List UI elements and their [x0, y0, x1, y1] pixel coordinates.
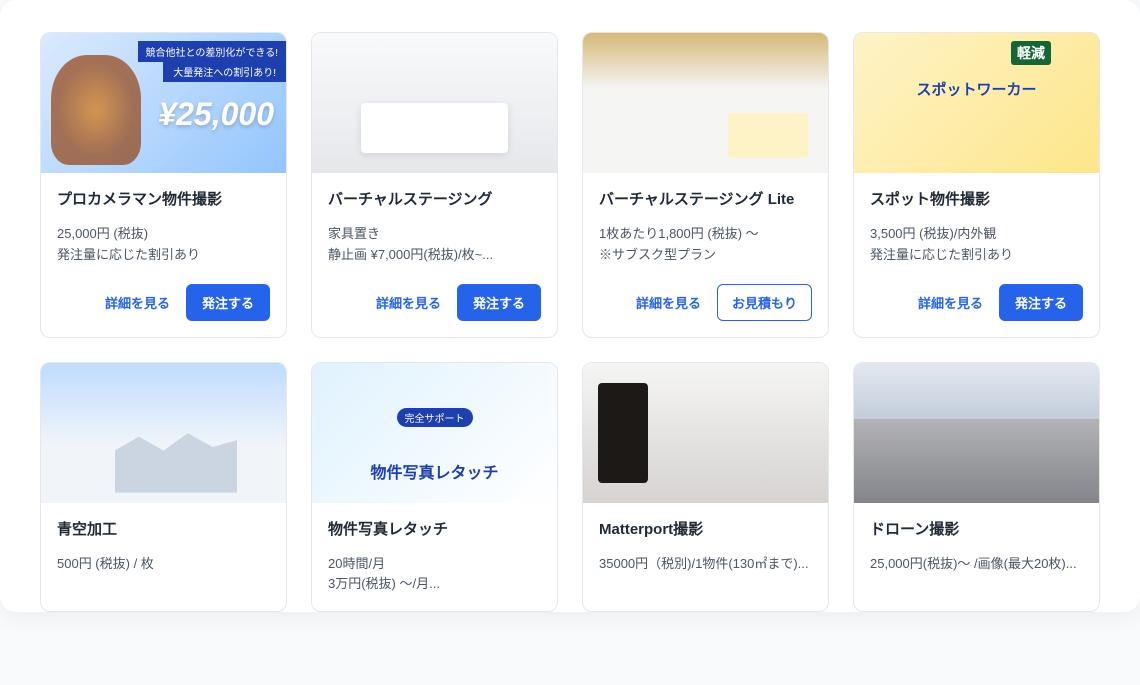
card-image: 軽減: [854, 33, 1099, 173]
desc-line: 家具置き: [328, 224, 541, 245]
service-card: 青空加工 500円 (税抜) / 枚: [40, 362, 287, 613]
card-body: プロカメラマン物件撮影 25,000円 (税抜) 発注量に応じた割引あり 詳細を…: [41, 173, 286, 337]
card-body: Matterport撮影 35000円（税別)/1物件(130㎡まで)...: [583, 503, 828, 612]
card-description: 500円 (税抜) / 枚: [57, 554, 270, 596]
order-button[interactable]: 発注する: [457, 284, 541, 321]
card-description: 家具置き 静止画 ¥7,000円(税抜)/枚~...: [328, 224, 541, 266]
card-title: バーチャルステージング: [328, 189, 541, 210]
card-title: 青空加工: [57, 519, 270, 540]
service-card: 競合他社との差別化ができる! 大量発注への割引あり! プロカメラマン物件撮影 2…: [40, 32, 287, 338]
card-title: プロカメラマン物件撮影: [57, 189, 270, 210]
desc-line: 3万円(税抜) ～/月...: [328, 574, 541, 595]
desc-line: 静止画 ¥7,000円(税抜)/枚~...: [328, 245, 541, 266]
card-title: スポット物件撮影: [870, 189, 1083, 210]
service-card: ドローン撮影 25,000円(税抜)〜 /画像(最大20枚)...: [853, 362, 1100, 613]
detail-button[interactable]: 詳細を見る: [912, 285, 989, 320]
card-description: 25,000円 (税抜) 発注量に応じた割引あり: [57, 224, 270, 266]
card-actions: 詳細を見る 発注する: [870, 284, 1083, 321]
service-card: 物件写真レタッチ 20時間/月 3万円(税抜) ～/月...: [311, 362, 558, 613]
card-body: ドローン撮影 25,000円(税抜)〜 /画像(最大20枚)...: [854, 503, 1099, 612]
service-cards-grid: 競合他社との差別化ができる! 大量発注への割引あり! プロカメラマン物件撮影 2…: [40, 32, 1100, 612]
order-button[interactable]: 発注する: [999, 284, 1083, 321]
detail-button[interactable]: 詳細を見る: [370, 285, 447, 320]
card-image: [41, 363, 286, 503]
promo-badge: 軽減: [1011, 41, 1051, 65]
service-card: バーチャルステージング 家具置き 静止画 ¥7,000円(税抜)/枚~... 詳…: [311, 32, 558, 338]
card-description: 25,000円(税抜)〜 /画像(最大20枚)...: [870, 554, 1083, 596]
card-body: スポット物件撮影 3,500円 (税抜)/内外観 発注量に応じた割引あり 詳細を…: [854, 173, 1099, 337]
card-title: 物件写真レタッチ: [328, 519, 541, 540]
desc-line: 3,500円 (税抜)/内外観: [870, 224, 1083, 245]
service-card: 軽減 スポット物件撮影 3,500円 (税抜)/内外観 発注量に応じた割引あり …: [853, 32, 1100, 338]
detail-button[interactable]: 詳細を見る: [630, 285, 707, 320]
card-description: 35000円（税別)/1物件(130㎡まで)...: [599, 554, 812, 596]
card-body: バーチャルステージング 家具置き 静止画 ¥7,000円(税抜)/枚~... 詳…: [312, 173, 557, 337]
card-actions: 詳細を見る お見積もり: [599, 284, 812, 321]
card-title: ドローン撮影: [870, 519, 1083, 540]
card-description: 3,500円 (税抜)/内外観 発注量に応じた割引あり: [870, 224, 1083, 266]
card-image: [583, 363, 828, 503]
desc-line: 発注量に応じた割引あり: [870, 245, 1083, 266]
detail-button[interactable]: 詳細を見る: [99, 285, 176, 320]
card-image: [312, 363, 557, 503]
card-body: 物件写真レタッチ 20時間/月 3万円(税抜) ～/月...: [312, 503, 557, 612]
card-actions: 詳細を見る 発注する: [57, 284, 270, 321]
promo-banner: 大量発注への割引あり!: [163, 61, 286, 82]
desc-line: ※サブスク型プラン: [599, 245, 812, 266]
service-card: Matterport撮影 35000円（税別)/1物件(130㎡まで)...: [582, 362, 829, 613]
desc-line: 25,000円(税抜)〜 /画像(最大20枚)...: [870, 554, 1083, 575]
card-description: 20時間/月 3万円(税抜) ～/月...: [328, 554, 541, 596]
card-image: [854, 363, 1099, 503]
desc-line: 25,000円 (税抜): [57, 224, 270, 245]
service-cards-container: 競合他社との差別化ができる! 大量発注への割引あり! プロカメラマン物件撮影 2…: [0, 0, 1140, 612]
card-image: [583, 33, 828, 173]
card-image: 競合他社との差別化ができる! 大量発注への割引あり!: [41, 33, 286, 173]
service-card: バーチャルステージング Lite 1枚あたり1,800円 (税抜) ～ ※サブス…: [582, 32, 829, 338]
desc-line: 20時間/月: [328, 554, 541, 575]
desc-line: 35000円（税別)/1物件(130㎡まで)...: [599, 554, 812, 575]
card-body: 青空加工 500円 (税抜) / 枚: [41, 503, 286, 612]
card-body: バーチャルステージング Lite 1枚あたり1,800円 (税抜) ～ ※サブス…: [583, 173, 828, 337]
desc-line: 発注量に応じた割引あり: [57, 245, 270, 266]
card-actions: 詳細を見る 発注する: [328, 284, 541, 321]
card-description: 1枚あたり1,800円 (税抜) ～ ※サブスク型プラン: [599, 224, 812, 266]
desc-line: 500円 (税抜) / 枚: [57, 554, 270, 575]
card-title: バーチャルステージング Lite: [599, 189, 812, 210]
order-button[interactable]: 発注する: [186, 284, 270, 321]
card-image: [312, 33, 557, 173]
card-title: Matterport撮影: [599, 519, 812, 540]
promo-banner: 競合他社との差別化ができる!: [138, 41, 286, 62]
estimate-button[interactable]: お見積もり: [717, 284, 812, 321]
desc-line: 1枚あたり1,800円 (税抜) ～: [599, 224, 812, 245]
